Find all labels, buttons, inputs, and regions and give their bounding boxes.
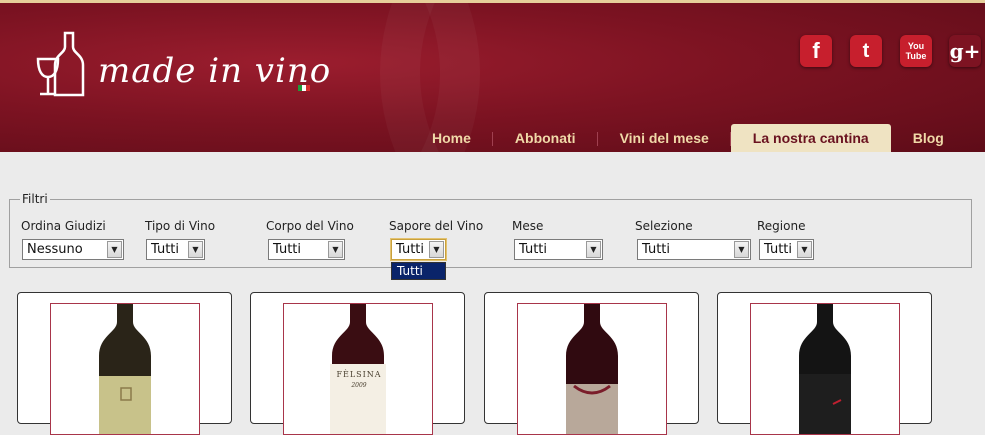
bottle-vintage: 2009: [351, 382, 367, 389]
filter-label-sapore-del-vino: Sapore del Vino: [389, 219, 484, 233]
site-logo[interactable]: made in vino: [32, 29, 330, 101]
wine-bottle-logo-icon: [36, 31, 85, 97]
select-sapore-del-vino[interactable]: Tutti ▼: [390, 238, 447, 261]
chevron-down-icon[interactable]: ▼: [586, 241, 601, 258]
filters-legend: Filtri: [22, 192, 48, 206]
wine-bottle-image: [799, 304, 851, 434]
wine-bottle-image: [566, 304, 618, 434]
product-card[interactable]: [717, 292, 932, 435]
select-value: Tutti: [151, 242, 180, 257]
select-value: Tutti: [396, 242, 425, 257]
nav-home[interactable]: Home: [410, 124, 493, 152]
chevron-down-icon[interactable]: ▼: [429, 241, 444, 258]
dropdown-option-tutti[interactable]: Tutti: [391, 262, 446, 280]
filter-label-tipo-di-vino: Tipo di Vino: [145, 219, 216, 233]
select-value: Tutti: [642, 242, 671, 257]
nav-vini-del-mese[interactable]: Vini del mese: [598, 124, 732, 152]
nav-la-nostra-cantina[interactable]: La nostra cantina: [730, 124, 891, 152]
facebook-icon[interactable]: f: [800, 35, 832, 67]
select-tipo-di-vino[interactable]: Tutti ▼: [146, 239, 205, 260]
main-nav: Home Abbonati Vini del mese La nostra ca…: [410, 124, 966, 152]
product-card[interactable]: FÈLSINA 2009: [250, 292, 465, 435]
wine-bottle-image: [99, 304, 151, 434]
youtube-icon[interactable]: You Tube: [900, 35, 932, 67]
wine-bottle-image: [330, 304, 386, 434]
product-image[interactable]: [750, 303, 900, 435]
chevron-down-icon[interactable]: ▼: [797, 241, 812, 258]
filter-label-regione: Regione: [757, 219, 806, 233]
twitter-icon[interactable]: t: [850, 35, 882, 67]
filter-label-selezione: Selezione: [635, 219, 693, 233]
select-value: Tutti: [519, 242, 548, 257]
select-ordina-giudizi[interactable]: Nessuno ▼: [22, 239, 124, 260]
select-mese[interactable]: Tutti ▼: [514, 239, 603, 260]
select-value: Tutti: [764, 242, 793, 257]
product-image[interactable]: FÈLSINA 2009: [283, 303, 433, 435]
site-header: made in vino f t You Tube g+ Home Abbona…: [0, 3, 985, 152]
nav-blog[interactable]: Blog: [891, 124, 966, 152]
chevron-down-icon[interactable]: ▼: [734, 241, 749, 258]
filter-label-corpo-del-vino: Corpo del Vino: [266, 219, 354, 233]
chevron-down-icon[interactable]: ▼: [107, 241, 122, 258]
chevron-down-icon[interactable]: ▼: [328, 241, 343, 258]
google-plus-icon[interactable]: g+: [949, 35, 981, 67]
filter-label-mese: Mese: [512, 219, 544, 233]
select-selezione[interactable]: Tutti ▼: [637, 239, 751, 260]
product-image[interactable]: [50, 303, 200, 435]
bottle-label-text: FÈLSINA: [336, 370, 382, 379]
product-card[interactable]: [17, 292, 232, 435]
nav-abbonati[interactable]: Abbonati: [493, 124, 598, 152]
chevron-down-icon[interactable]: ▼: [188, 241, 203, 258]
filter-label-ordina-giudizi: Ordina Giudizi: [21, 219, 106, 233]
italian-flag-icon: [298, 85, 310, 91]
product-card[interactable]: [484, 292, 699, 435]
logo-wordmark: made in vino: [98, 51, 332, 91]
select-value: Tutti: [273, 242, 302, 257]
select-regione[interactable]: Tutti ▼: [759, 239, 814, 260]
product-image[interactable]: [517, 303, 667, 435]
select-value: Nessuno: [27, 242, 83, 257]
select-corpo-del-vino[interactable]: Tutti ▼: [268, 239, 345, 260]
